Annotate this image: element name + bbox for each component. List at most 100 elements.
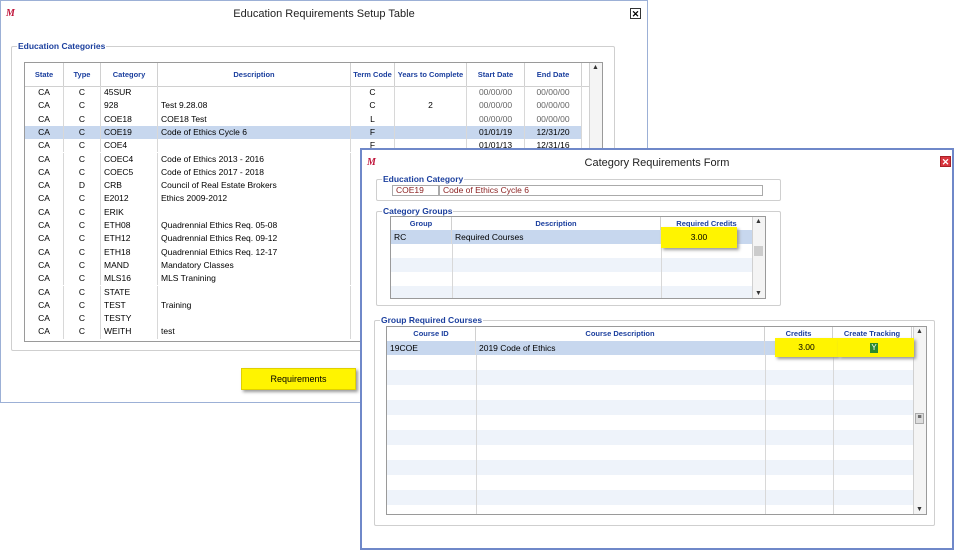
state-cell: CA: [25, 245, 64, 259]
description-cell: Quadrennial Ethics Req. 12-17: [158, 245, 351, 259]
term-code-cell: F: [351, 125, 395, 140]
category-cell: COEC5: [101, 165, 158, 180]
table-row[interactable]: CA C COE19 Code of Ethics Cycle 6 F 01/01/19 1…: [25, 125, 582, 140]
col-course-id: Course ID: [387, 327, 476, 341]
courses-empty-rows: [387, 355, 914, 514]
category-cell: CRB: [101, 179, 158, 193]
years-cell: [395, 112, 467, 126]
courses-col-divider: [476, 355, 477, 514]
end-date-cell: 00/00/00: [525, 86, 582, 100]
state-cell: CA: [25, 99, 64, 113]
category-cell: 928: [101, 99, 158, 113]
type-cell: C: [64, 219, 101, 233]
description-cell: [158, 312, 351, 326]
groups-scrollbar[interactable]: ▲ ▼: [752, 217, 765, 298]
table-row[interactable]: CA C 45SUR C 00/00/00 00/00/00: [25, 86, 582, 100]
groups-col-divider: [452, 244, 453, 298]
grid-header: State Type Category Description Term Code Yea…: [25, 63, 602, 87]
state-cell: CA: [25, 152, 64, 166]
category-cell: ETH18: [101, 245, 158, 259]
description-cell: [158, 86, 351, 100]
type-cell: C: [64, 285, 101, 299]
description-cell: [158, 205, 351, 219]
type-cell: C: [64, 312, 101, 326]
state-cell: CA: [25, 272, 64, 286]
type-cell: C: [64, 298, 101, 313]
description-cell: Code of Ethics Cycle 6: [158, 125, 351, 140]
groups-scroll-thumb[interactable]: [754, 246, 763, 256]
description-cell: Quadrennial Ethics Req. 09-12: [158, 232, 351, 246]
col-group: Group: [391, 217, 452, 230]
type-cell: C: [64, 325, 101, 339]
col-type[interactable]: Type: [64, 63, 101, 86]
table-row[interactable]: CA C COE18 COE18 Test L 00/00/00 00/00/00: [25, 112, 582, 126]
close-icon[interactable]: ✕: [630, 8, 641, 19]
state-cell: CA: [25, 325, 64, 339]
table-row[interactable]: CA C 928 Test 9.28.08 C 2 00/00/00 00/00/00: [25, 99, 582, 113]
state-cell: CA: [25, 205, 64, 219]
start-date-cell: 00/00/00: [467, 86, 525, 100]
groups-col-divider: [661, 244, 662, 298]
col-description[interactable]: Description: [158, 63, 351, 86]
category-cell: COEC4: [101, 152, 158, 166]
groups-scroll-down-icon[interactable]: ▼: [753, 290, 764, 297]
description-cell: Mandatory Classes: [158, 258, 351, 273]
category-cell: 45SUR: [101, 86, 158, 100]
years-cell: [395, 86, 467, 100]
category-description-field[interactable]: Code of Ethics Cycle 6: [439, 185, 763, 196]
group-description-cell: Required Courses: [452, 230, 661, 244]
state-cell: CA: [25, 179, 64, 193]
courses-scrollbar[interactable]: ▲ ≡ ▼: [913, 327, 926, 514]
category-cell: MAND: [101, 258, 158, 273]
category-code-field[interactable]: COE19: [392, 185, 439, 196]
course-id-cell: 19COE: [387, 341, 476, 355]
course-credits-highlight: 3.00: [775, 338, 838, 357]
requirements-button[interactable]: Requirements: [241, 368, 356, 390]
category-cell: MLS16: [101, 272, 158, 286]
description-cell: Quadrennial Ethics Req. 05-08: [158, 219, 351, 233]
courses-scroll-down-icon[interactable]: ▼: [914, 506, 925, 513]
category-cell: TEST: [101, 298, 158, 313]
type-cell: C: [64, 165, 101, 180]
form-close-icon[interactable]: ✕: [940, 156, 951, 167]
col-category[interactable]: Category: [101, 63, 158, 86]
description-cell: MLS Tranining: [158, 272, 351, 286]
type-cell: C: [64, 86, 101, 100]
main-titlebar: M Education Requirements Setup Table ✕: [1, 1, 647, 27]
description-cell: Code of Ethics 2013 - 2016: [158, 152, 351, 166]
education-categories-label: Education Categories: [17, 41, 107, 51]
type-cell: C: [64, 232, 101, 246]
description-cell: [158, 139, 351, 153]
state-cell: CA: [25, 165, 64, 180]
col-start-date[interactable]: Start Date: [467, 63, 525, 86]
scroll-up-icon[interactable]: ▲: [590, 64, 601, 71]
state-cell: CA: [25, 219, 64, 233]
create-tracking-field[interactable]: Y: [870, 343, 878, 353]
state-cell: CA: [25, 192, 64, 206]
type-cell: C: [64, 205, 101, 219]
courses-scroll-up-icon[interactable]: ▲: [914, 328, 925, 335]
type-cell: C: [64, 192, 101, 206]
courses-scroll-thumb[interactable]: ≡: [915, 413, 924, 424]
type-cell: C: [64, 99, 101, 113]
col-state[interactable]: State: [25, 63, 64, 86]
category-cell: ERIK: [101, 205, 158, 219]
start-date-cell: 01/01/19: [467, 125, 525, 140]
start-date-cell: 00/00/00: [467, 99, 525, 113]
state-cell: CA: [25, 112, 64, 126]
groups-scroll-up-icon[interactable]: ▲: [753, 218, 764, 225]
category-requirements-form: M Category Requirements Form ✕ Education…: [360, 148, 954, 550]
category-cell: E2012: [101, 192, 158, 206]
col-end-date[interactable]: End Date: [525, 63, 582, 86]
col-course-description: Course Description: [476, 327, 765, 341]
end-date-cell: 12/31/20: [525, 125, 582, 140]
description-cell: Test 9.28.08: [158, 99, 351, 113]
category-cell: WEITH: [101, 325, 158, 339]
state-cell: CA: [25, 298, 64, 313]
col-term-code[interactable]: Term Code: [351, 63, 395, 86]
state-cell: CA: [25, 139, 64, 153]
type-cell: D: [64, 179, 101, 193]
state-cell: CA: [25, 258, 64, 273]
state-cell: CA: [25, 312, 64, 326]
col-years-to-complete[interactable]: Years to Complete: [395, 63, 467, 86]
